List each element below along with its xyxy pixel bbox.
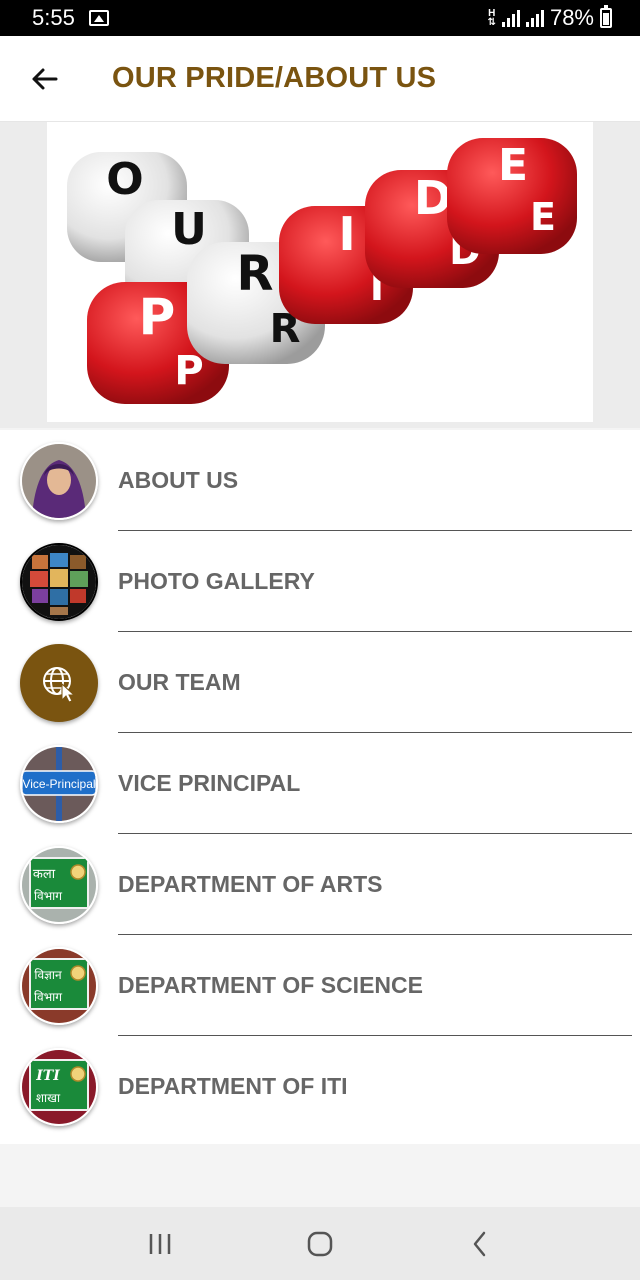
menu-item-label: VICE PRINCIPAL [118,770,301,796]
board-text: ITI [35,1068,60,1084]
menu-item-our-team[interactable]: OUR TEAM [0,632,640,733]
menu-item-department-of-arts[interactable]: कला विभाग DEPARTMENT OF ARTS [0,834,640,935]
recents-button[interactable] [130,1214,190,1274]
arrow-left-icon [32,68,58,89]
signal-icon-2 [525,9,544,27]
our-pride-banner: O U P P R R I I D D E E [47,122,593,422]
board-text: विभाग [34,889,62,903]
menu-item-photo-gallery[interactable]: PHOTO GALLERY [0,531,640,632]
menu-item-label: PHOTO GALLERY [118,568,315,594]
iti-board-icon: ITI शाखा [20,1048,98,1126]
photo-sphere-icon [20,543,98,621]
menu-item-label: DEPARTMENT OF SCIENCE [118,972,423,998]
system-nav-bar [0,1207,640,1280]
menu-item-label: DEPARTMENT OF ARTS [118,871,383,897]
die-letter: R [237,246,274,302]
arts-board-icon: कला विभाग [20,846,98,924]
svg-text:E: E [530,195,556,239]
globe-cursor-icon [20,644,98,722]
bottom-spacer [0,1144,640,1207]
menu-item-vice-principal[interactable]: Vice-Principal VICE PRINCIPAL [0,733,640,834]
battery-icon [600,5,612,28]
die-letter: E [498,140,528,191]
menu-item-department-of-iti[interactable]: ITI शाखा DEPARTMENT OF ITI [0,1036,640,1137]
image-notification-icon [88,10,109,26]
board-text: विज्ञान [34,968,62,982]
menu-item-label: DEPARTMENT OF ITI [118,1073,348,1099]
board-text: विभाग [34,990,62,1004]
recents-icon [149,1233,171,1254]
board-text: कला [33,867,56,882]
network-type-icon: H ⇅ [487,8,496,28]
app-bar: OUR PRIDE/ABOUT US [0,36,640,122]
page-title: OUR PRIDE/ABOUT US [112,62,437,94]
menu-list: ABOUT US PHOTO GALLERY OUR TEAM Vice-Pri… [0,430,640,1144]
vice-principal-sign-icon: Vice-Principal [20,745,98,823]
home-button[interactable] [290,1214,350,1274]
die-letter: I [338,207,355,261]
menu-item-about-us[interactable]: ABOUT US [0,430,640,531]
status-time: 5:55 [32,5,75,30]
dice-image: O U P P R R I I D D E E [47,122,593,422]
back-button[interactable] [0,36,88,122]
menu-item-label: ABOUT US [118,467,239,493]
science-board-icon: विज्ञान विभाग [20,947,98,1025]
chevron-left-icon [473,1231,486,1256]
board-text: शाखा [36,1091,61,1105]
nav-back-button[interactable] [450,1214,510,1274]
svg-text:P: P [174,348,203,394]
portrait-icon [20,442,98,520]
signal-icon [501,9,520,27]
battery-percent: 78% [549,5,594,30]
die-letter: D [414,171,452,225]
vice-principal-sign-text: Vice-Principal [22,777,95,791]
banner-area: O U P P R R I I D D E E [0,122,640,428]
status-bar: 5:55 H ⇅ 78% [0,0,640,36]
menu-item-department-of-science[interactable]: विज्ञान विभाग DEPARTMENT OF SCIENCE [0,935,640,1036]
menu-item-label: OUR TEAM [118,669,241,695]
die-e: E E [447,138,577,254]
die-letter: P [139,288,176,346]
home-icon [307,1231,333,1256]
die-letter: O [106,154,143,205]
die-letter: U [171,204,207,255]
